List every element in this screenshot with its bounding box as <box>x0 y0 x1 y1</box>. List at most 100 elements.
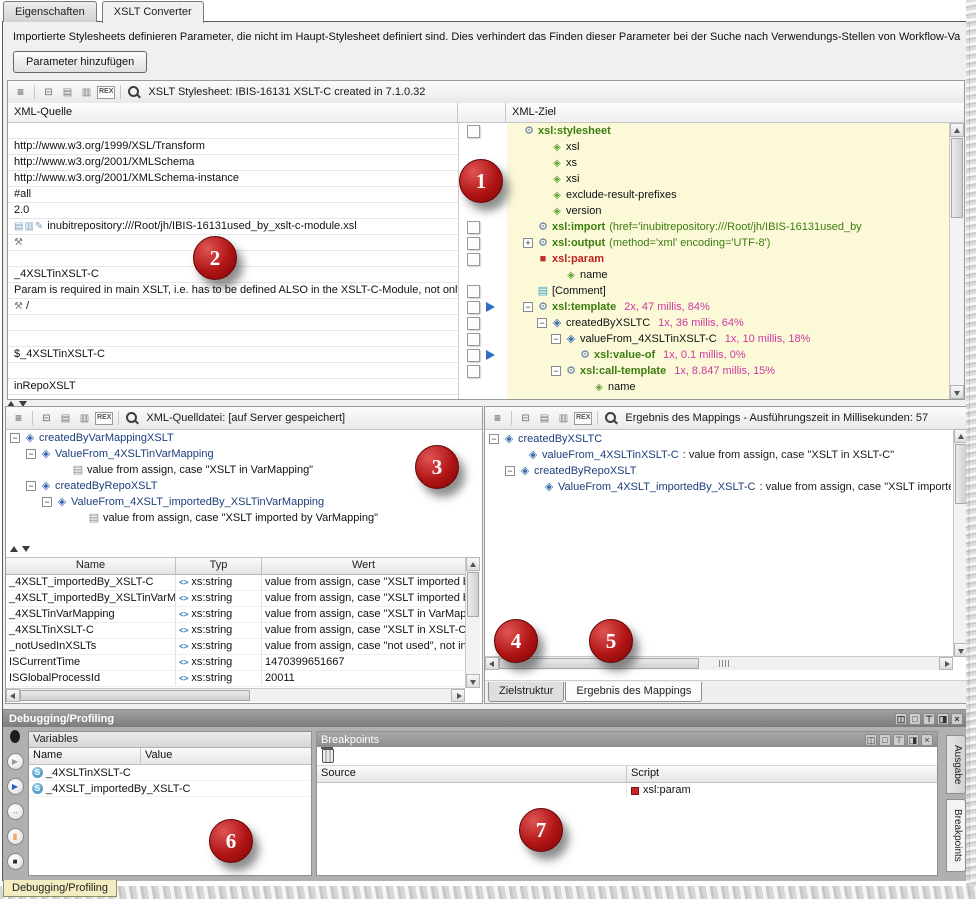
mapping-marker[interactable] <box>459 267 507 283</box>
scroll-right-arrow[interactable] <box>939 657 953 670</box>
pin-icon[interactable]: ⊤ <box>923 713 935 725</box>
expander-icon[interactable]: − <box>523 302 533 312</box>
mapping-marker[interactable] <box>459 315 507 331</box>
source-row[interactable] <box>8 363 458 379</box>
target-tree-row[interactable]: +xsl:output(method='xml' encoding='UTF-8… <box>507 235 949 251</box>
scroll-down-arrow[interactable] <box>954 643 968 657</box>
source-row[interactable] <box>8 315 458 331</box>
mapping-marker[interactable] <box>459 123 507 139</box>
scrollbar-thumb[interactable] <box>951 138 963 218</box>
expander-icon[interactable]: − <box>26 449 36 459</box>
mapping-marker[interactable] <box>459 363 507 379</box>
search-icon[interactable] <box>603 410 619 426</box>
expander-icon[interactable]: − <box>551 366 561 376</box>
target-tree-row[interactable]: xsl <box>507 139 949 155</box>
tree-structure-icon[interactable]: ⊟ <box>517 410 534 426</box>
step-over-button[interactable]: ▶ <box>7 778 24 795</box>
top-tab[interactable]: XSLT Converter <box>102 1 204 23</box>
float-icon[interactable]: ◨ <box>907 734 919 746</box>
target-tree-row[interactable]: version <box>507 203 949 219</box>
target-tree-row[interactable]: exclude-result-prefixes <box>507 187 949 203</box>
target-tree-row[interactable]: xsi <box>507 171 949 187</box>
source-row[interactable]: inRepoXSLT <box>8 379 458 395</box>
scroll-up-arrow[interactable] <box>950 123 964 137</box>
expander-icon[interactable]: − <box>505 466 515 476</box>
bug-icon[interactable] <box>10 730 20 743</box>
source-row[interactable]: #all <box>8 187 458 203</box>
minimize-icon[interactable]: ◫ <box>865 734 877 746</box>
float-icon[interactable]: ◨ <box>937 713 949 725</box>
collapse-all-icon[interactable]: ▥ <box>555 410 572 426</box>
scroll-left-arrow[interactable] <box>6 689 20 702</box>
result-tree-row[interactable]: valueFrom_4XSLTinXSLT-C : value from ass… <box>487 447 951 463</box>
expander-icon[interactable]: + <box>523 238 533 248</box>
debug-variable-row[interactable]: S _4XSLT_importedBy_XSLT-C <box>29 781 311 797</box>
mapping-marker[interactable] <box>459 347 507 363</box>
mapping-marker[interactable] <box>459 251 507 267</box>
top-tab[interactable]: Eigenschaften <box>3 1 97 22</box>
scrollbar-thumb[interactable] <box>955 444 967 504</box>
toolbar-separator[interactable] <box>597 411 598 425</box>
breakpoint-row[interactable]: xsl:param <box>317 783 937 798</box>
result-tab[interactable]: Ergebnis des Mappings <box>565 682 702 702</box>
variable-row[interactable]: _4XSLTinXSLT-C xs:string value from assi… <box>6 623 465 639</box>
debugging-profiling-bottom-tab[interactable]: Debugging/Profiling <box>3 880 117 897</box>
add-parameter-button[interactable]: Parameter hinzufügen <box>13 51 147 73</box>
source-row[interactable]: http://www.w3.org/2001/XMLSchema <box>8 155 458 171</box>
maximize-icon[interactable]: □ <box>879 734 891 746</box>
expand-all-icon[interactable]: ▤ <box>536 410 553 426</box>
close-icon[interactable]: × <box>951 713 963 725</box>
expand-all-icon[interactable]: ▤ <box>57 410 74 426</box>
target-tree-row[interactable]: [Comment] <box>507 283 949 299</box>
variable-row[interactable]: _4XSLT_importedBy_XSLTinVarMapping xs:st… <box>6 591 465 607</box>
menu-icon[interactable]: ≡ <box>10 410 27 426</box>
expander-icon[interactable]: − <box>10 433 20 443</box>
regex-search-icon[interactable]: REX <box>97 86 115 99</box>
source-row[interactable]: Param is required in main XSLT, i.e. has… <box>8 283 458 299</box>
expander-icon[interactable]: − <box>537 318 547 328</box>
expander-icon[interactable]: − <box>26 481 36 491</box>
run-to-breakpoint-button[interactable]: → <box>7 803 24 820</box>
target-tree-row[interactable]: xs <box>507 155 949 171</box>
result-tree-row[interactable]: ValueFrom_4XSLT_importedBy_XSLT-C : valu… <box>487 479 951 495</box>
variable-row[interactable]: _notUsedInXSLTs xs:string value from ass… <box>6 639 465 655</box>
toolbar-separator[interactable] <box>32 411 33 425</box>
target-tree-row[interactable]: name <box>507 267 949 283</box>
variable-row[interactable]: ISCurrentTime xs:string 1470399651667 <box>6 655 465 671</box>
toolbar-separator[interactable] <box>511 411 512 425</box>
source-tree-row[interactable]: −ValueFrom_4XSLTinVarMapping <box>8 446 480 462</box>
mapping-vertical-scrollbar[interactable] <box>949 123 964 399</box>
side-tab[interactable]: Breakpoints <box>946 799 966 872</box>
collapse-all-icon[interactable]: ▥ <box>78 84 95 100</box>
target-tree-row[interactable]: −xsl:template2x, 47 millis, 84% <box>507 299 949 315</box>
toolbar-separator[interactable] <box>120 85 121 99</box>
mapping-marker[interactable] <box>459 299 507 315</box>
source-tree-row[interactable]: −ValueFrom_4XSLT_importedBy_XSLTinVarMap… <box>8 494 480 510</box>
target-tree-row[interactable]: name <box>507 379 949 395</box>
scrollbar-thumb[interactable] <box>467 572 479 617</box>
target-tree-row[interactable]: xsl:stylesheet <box>507 123 949 139</box>
scroll-up-arrow[interactable] <box>954 429 968 443</box>
maximize-icon[interactable]: □ <box>909 713 921 725</box>
variable-row[interactable]: _4XSLTinVarMapping xs:string value from … <box>6 607 465 623</box>
stop-button[interactable]: ■ <box>7 853 24 870</box>
target-tree-row[interactable]: xsl:import(href='inubitrepository:///Roo… <box>507 219 949 235</box>
toolbar-separator[interactable] <box>34 85 35 99</box>
mapping-marker[interactable] <box>459 283 507 299</box>
expand-all-icon[interactable]: ▤ <box>59 84 76 100</box>
side-tab[interactable]: Ausgabe <box>946 735 966 794</box>
tree-structure-icon[interactable]: ⊟ <box>38 410 55 426</box>
result-vertical-scrollbar[interactable] <box>953 429 968 657</box>
splitter-grip[interactable] <box>719 660 729 667</box>
source-row[interactable]: ▤▥✎inubitrepository:///Root/jh/IBIS-1613… <box>8 219 458 235</box>
mapping-marker[interactable] <box>459 331 507 347</box>
source-row[interactable]: ⚒/ <box>8 299 458 315</box>
source-row[interactable]: 2.0 <box>8 203 458 219</box>
source-row[interactable]: http://www.w3.org/1999/XSL/Transform <box>8 139 458 155</box>
target-tree-row[interactable]: xsl:value-of1x, 0.1 millis, 0% <box>507 347 949 363</box>
variable-row[interactable]: _4XSLT_importedBy_XSLT-C xs:string value… <box>6 575 465 591</box>
pause-button[interactable]: ‖ <box>7 828 24 845</box>
scroll-down-arrow[interactable] <box>950 385 964 399</box>
expander-icon[interactable]: − <box>42 497 52 507</box>
scroll-down-arrow[interactable] <box>466 674 480 688</box>
